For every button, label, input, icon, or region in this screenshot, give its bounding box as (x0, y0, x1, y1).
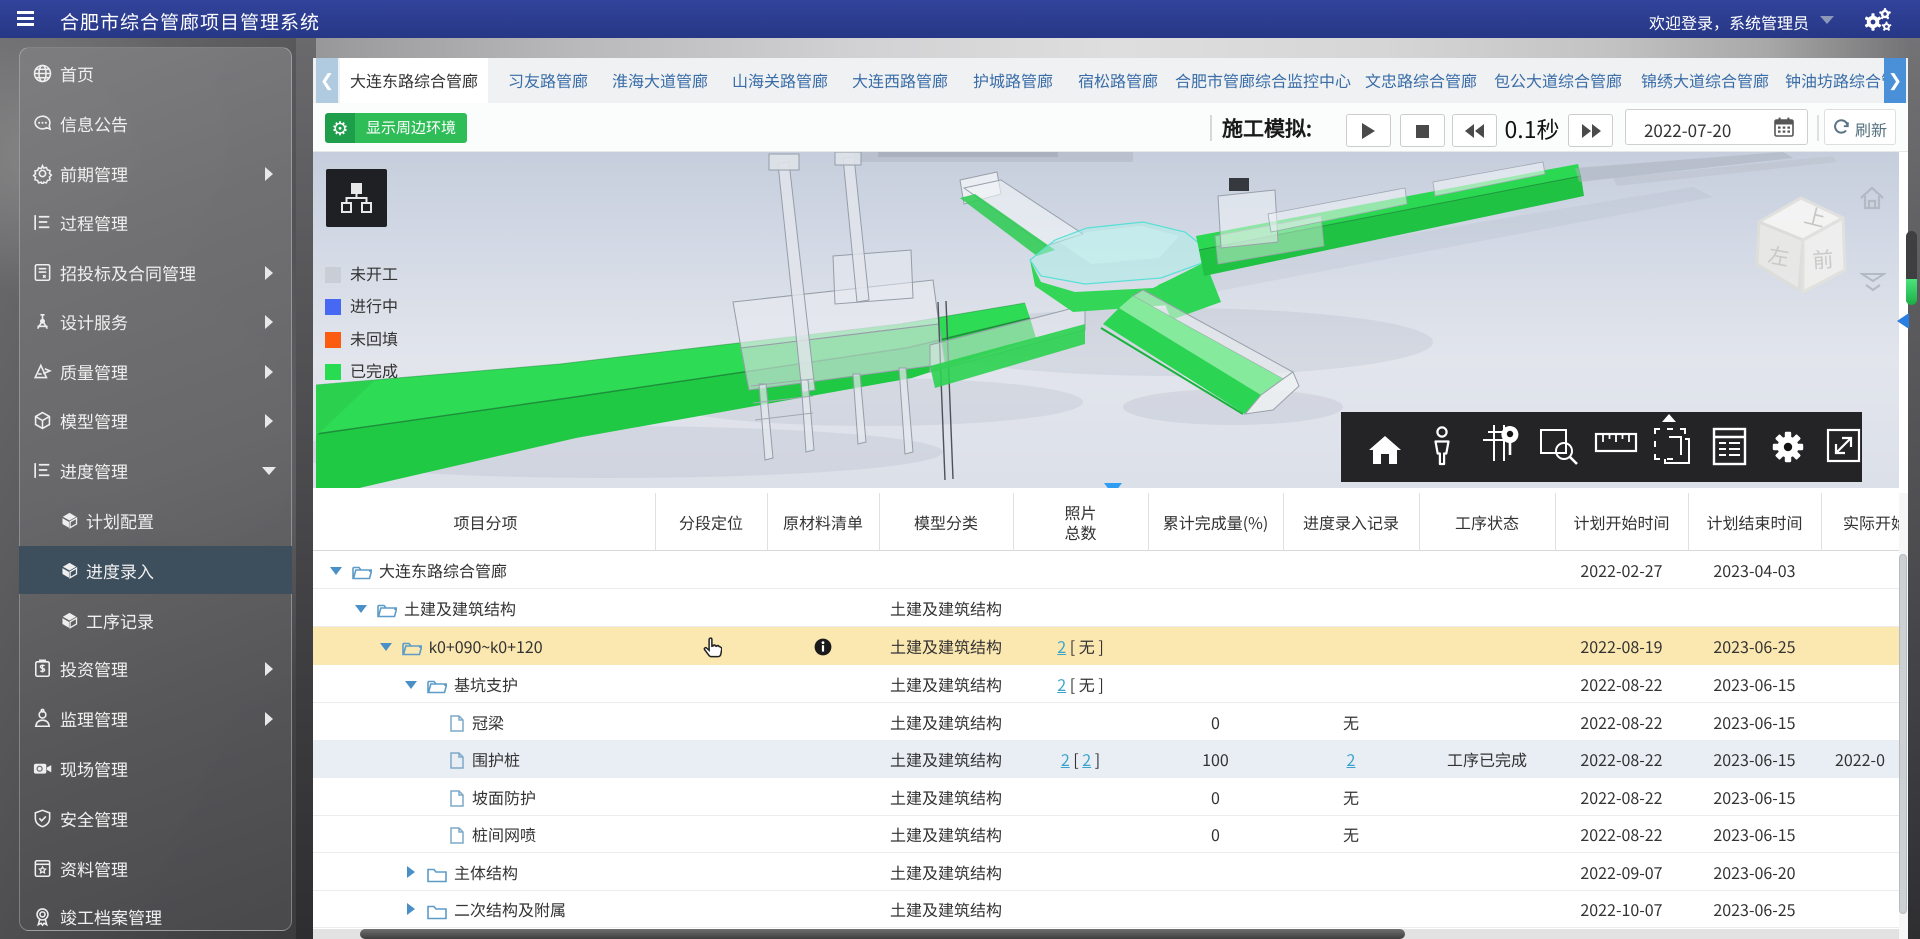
svg-text:前: 前 (1811, 244, 1834, 275)
